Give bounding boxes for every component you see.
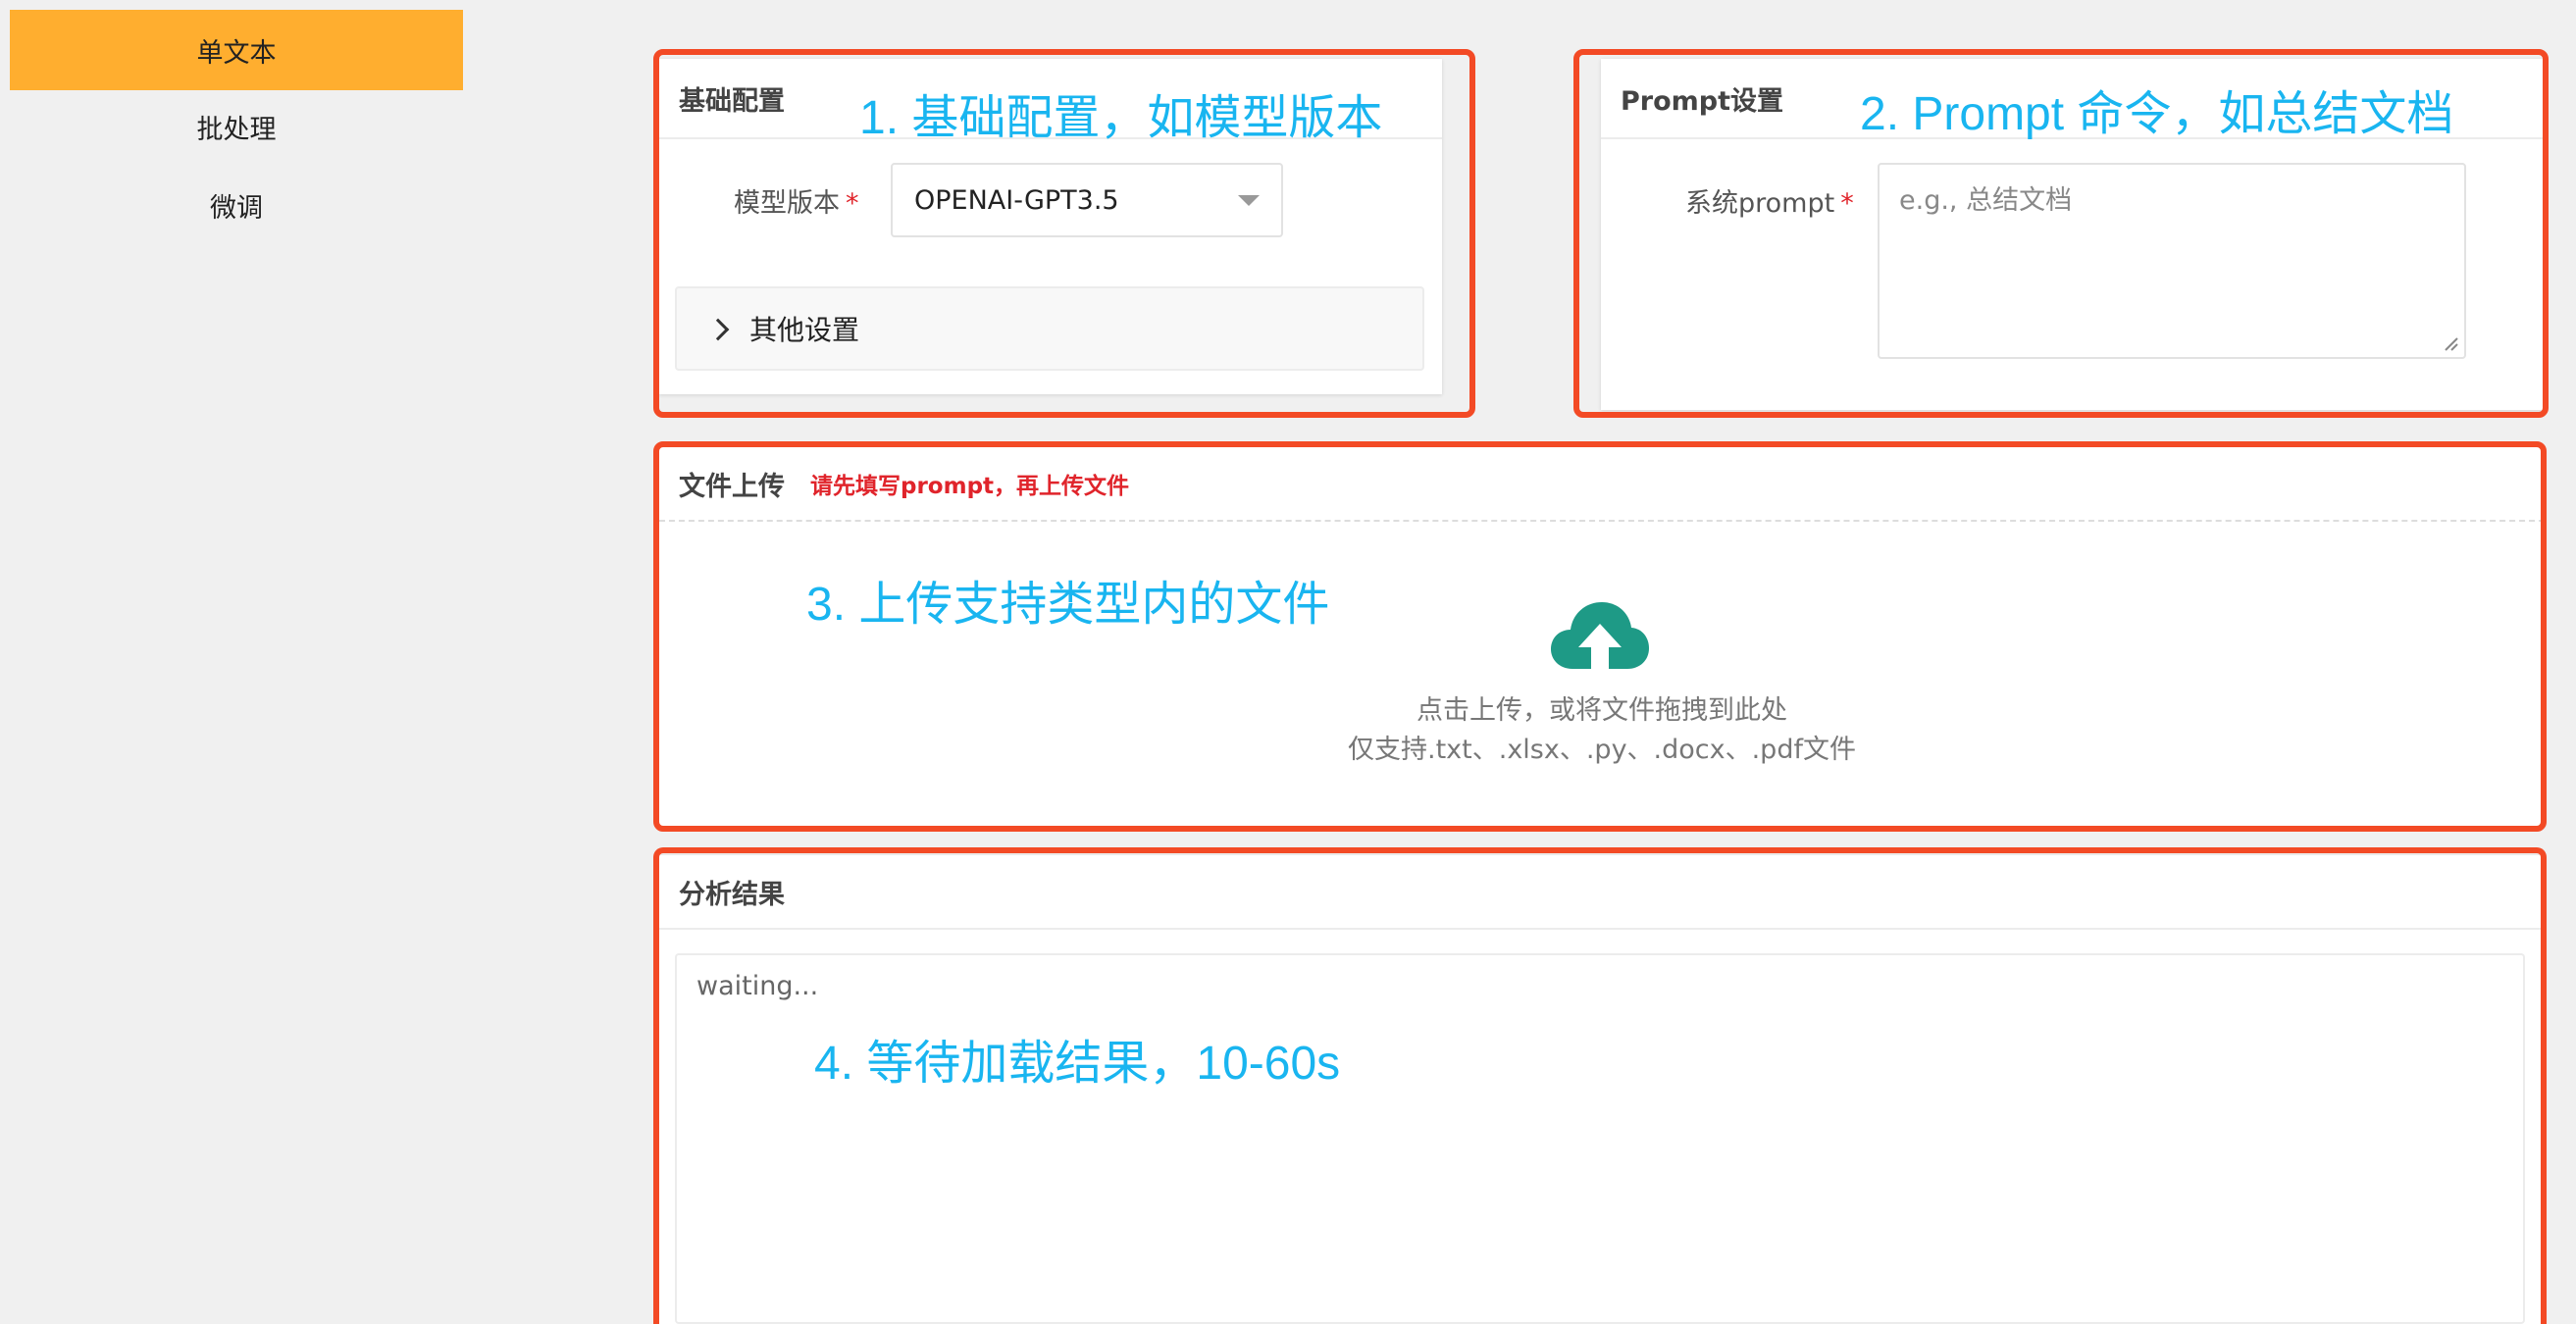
system-prompt-label: 系统prompt * [1685,188,1854,219]
sidebar-item-finetune[interactable]: 微调 [10,165,463,245]
analysis-result-title: 分析结果 [659,855,2545,930]
analysis-result-output: waiting... [675,953,2525,1324]
system-prompt-placeholder: e.g., 总结文档 [1899,185,2073,216]
required-mark: * [846,188,859,219]
model-version-value: OPENAI-GPT3.5 [914,184,1119,216]
file-upload-header: 文件上传 请先填写prompt，再上传文件 [659,447,2545,520]
annotation-note-1: 1. 基础配置，如模型版本 [859,92,1383,144]
upload-hint-formats: 仅支持.txt、.xlsx、.py、.docx、.pdf文件 [1348,735,1856,765]
sidebar-item-label: 单文本 [196,37,277,69]
file-upload-title: 文件上传 [679,471,785,502]
required-mark: * [1840,188,1854,219]
sidebar-item-label: 批处理 [196,114,277,145]
file-upload-card: 文件上传 请先填写prompt，再上传文件 点击上传，或将文件拖拽到此处 仅支持… [659,447,2545,826]
annotation-note-4: 4. 等待加载结果，10-60s [814,1038,1341,1090]
sidebar-item-single-text[interactable]: 单文本 [10,10,463,90]
result-status-text: waiting... [696,971,819,1001]
upload-hint-primary: 点击上传，或将文件拖拽到此处 [1417,695,1787,726]
other-settings-label: 其他设置 [749,314,860,346]
cloud-upload-icon [1551,602,1649,669]
other-settings-collapse[interactable]: 其他设置 [675,286,1424,371]
sidebar-item-batch[interactable]: 批处理 [10,86,463,167]
upload-warning: 请先填写prompt，再上传文件 [810,474,1130,499]
model-version-select[interactable]: OPENAI-GPT3.5 [891,163,1283,237]
resize-grip-icon[interactable] [2443,335,2458,351]
caret-down-icon [1238,195,1260,206]
annotation-note-3: 3. 上传支持类型内的文件 [806,579,1330,631]
annotation-note-2: 2. Prompt 命令，如总结文档 [1860,88,2454,140]
model-version-label: 模型版本 * [734,188,859,219]
chevron-right-icon [706,318,730,341]
sidebar-item-label: 微调 [210,192,263,224]
system-prompt-input[interactable]: e.g., 总结文档 [1878,163,2466,359]
